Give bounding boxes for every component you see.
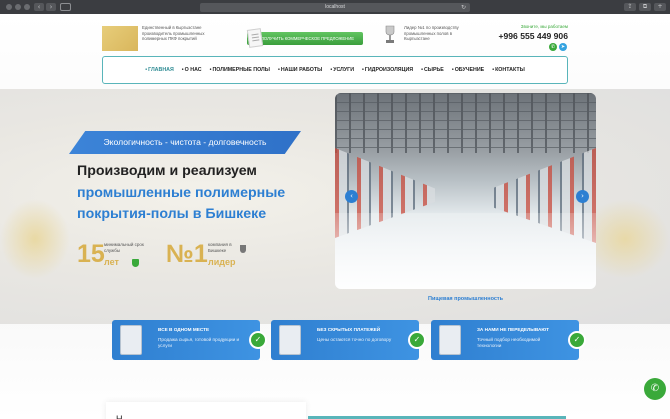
whatsapp-icon[interactable]: ✆ (549, 43, 557, 51)
next-section-heading: Н (116, 414, 123, 419)
nav-item-services[interactable]: УСЛУГИ (330, 67, 354, 73)
experience-years: лет (104, 257, 119, 267)
nav-item-polymer-floors[interactable]: ПОЛИМЕРНЫЕ ПОЛЫ (210, 67, 270, 73)
feature-card-no-hidden-fees: БЕЗ СКРЫТЫХ ПЛАТЕЖЕЙ Цены остаются точно… (271, 320, 426, 360)
slider-next-button[interactable]: › (576, 190, 589, 203)
feature-card-no-rework: ЗА НАМИ НЕ ПЕРЕДЕЛЫВАЮТ Точный подбор не… (431, 320, 586, 360)
header-description: Единственный в Кыргызстане производитель… (142, 25, 205, 42)
tabs-overview-button[interactable]: ⧉ (639, 3, 651, 11)
hero-title-line-2: промышленные полимерные (77, 185, 286, 201)
browser-toolbar: ‹ › localhost ↻ ⇪ ⧉ + (0, 0, 670, 14)
check-icon: ✓ (408, 331, 426, 349)
reload-icon[interactable]: ↻ (461, 3, 466, 12)
web-page: Единственный в Кыргызстане производитель… (0, 14, 670, 419)
browser-actions: ⇪ ⧉ + (624, 3, 666, 11)
nav-item-contacts[interactable]: КОНТАКТЫ (492, 67, 525, 73)
call-us-text: Звоните, мы работаем (520, 24, 568, 29)
address-bar[interactable]: localhost ↻ (200, 3, 470, 12)
social-links: ✆ ➤ (549, 43, 567, 51)
nav-item-raw-materials[interactable]: СЫРЬЕ (421, 67, 444, 73)
certificate-icon (439, 325, 461, 355)
zoom-window-button[interactable] (24, 4, 30, 10)
feature-title: ЗА НАМИ НЕ ПЕРЕДЕЛЫВАЮТ (477, 327, 549, 332)
whatsapp-float-button[interactable]: ✆ (644, 378, 666, 400)
shield-icon (132, 259, 139, 267)
sidebar-toggle-icon[interactable] (60, 3, 71, 11)
slider-caption[interactable]: Пищевая промышленность (335, 296, 596, 302)
nav-item-waterproofing[interactable]: ГИДРОИЗОЛЯЦИЯ (362, 67, 413, 73)
company-logo[interactable] (102, 26, 138, 51)
trophy-icon (385, 25, 395, 43)
telegram-icon[interactable]: ➤ (559, 43, 567, 51)
feature-text: Цены остаются точно по договору (317, 337, 392, 342)
close-window-button[interactable] (6, 4, 12, 10)
check-icon: ✓ (568, 331, 586, 349)
photo-roof (335, 93, 596, 153)
nav-item-our-works[interactable]: НАШИ РАБОТЫ (278, 67, 323, 73)
slider-prev-button[interactable]: ‹ (345, 190, 358, 203)
main-navigation: ГЛАВНАЯ О НАС ПОЛИМЕРНЫЕ ПОЛЫ НАШИ РАБОТ… (102, 56, 568, 84)
hero-title-line-1: Производим и реализуем (77, 163, 257, 179)
clipboard-icon (120, 325, 142, 355)
hero-tagline: Экологичность - чистота - долговечность (69, 131, 301, 154)
factory-floor-photo (335, 93, 596, 289)
feature-title: БЕЗ СКРЫТЫХ ПЛАТЕЖЕЙ (317, 327, 381, 332)
window-controls[interactable] (6, 4, 30, 10)
cup-icon (240, 245, 246, 253)
photo-floor (335, 213, 596, 289)
lock-money-icon (279, 325, 301, 355)
feature-text: Точный подбор необходимой технологии (477, 337, 541, 348)
leader-text: Лидер №1 по производству промышленных по… (404, 25, 459, 42)
nav-item-home[interactable]: ГЛАВНАЯ (145, 67, 174, 73)
commercial-offer-button[interactable]: ПОЛУЧИТЬ КОММЕРЧЕСКОЕ ПРЕДЛОЖЕНИЕ (247, 32, 363, 45)
url-text: localhost (325, 4, 345, 10)
rank-leader: лидер (208, 257, 236, 267)
new-tab-button[interactable]: + (654, 3, 666, 11)
feature-title: ВСЕ В ОДНОМ МЕСТЕ (158, 327, 210, 332)
nav-item-training[interactable]: ОБУЧЕНИЕ (452, 67, 485, 73)
forward-button[interactable]: › (46, 3, 56, 11)
share-button[interactable]: ⇪ (624, 3, 636, 11)
rank-number: №1 (166, 240, 208, 268)
next-section-card: Н (106, 402, 306, 419)
document-icon (246, 28, 264, 48)
experience-number: 15 (77, 240, 105, 268)
back-button[interactable]: ‹ (34, 3, 44, 11)
phone-number[interactable]: +996 555 449 906 (490, 31, 568, 41)
minimize-window-button[interactable] (15, 4, 21, 10)
browser-nav: ‹ › (34, 3, 56, 11)
feature-card-all-in-one: ВСЕ В ОДНОМ МЕСТЕ Продажа сырья, готовой… (112, 320, 267, 360)
experience-label: минимальный срок службы (104, 242, 144, 253)
feature-text: Продажа сырья, готовой продукции и услуг… (158, 337, 240, 348)
nav-item-about[interactable]: О НАС (182, 67, 202, 73)
hero-title-line-3: покрытия-полы в Бишкеке (77, 206, 267, 222)
check-icon: ✓ (249, 331, 267, 349)
